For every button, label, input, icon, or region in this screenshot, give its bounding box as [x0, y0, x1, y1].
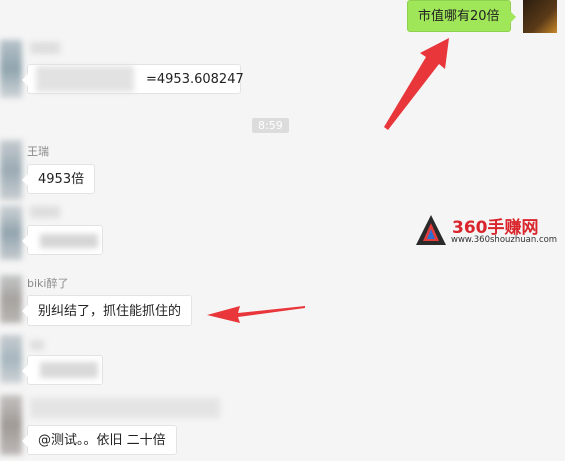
message-bubble-own: 市值哪有20倍 [407, 0, 516, 32]
avatar-blurred[interactable] [0, 205, 22, 260]
avatar-blurred[interactable] [0, 395, 22, 455]
avatar-blurred[interactable] [0, 40, 22, 98]
blurred-text [40, 362, 98, 378]
arrow-up-right [384, 38, 449, 130]
message-bubble: @测试。。依旧 二十倍 [22, 425, 177, 455]
avatar-blurred[interactable] [0, 335, 22, 383]
sender-name: 王瑞 [27, 145, 49, 158]
blurred-text [36, 66, 134, 92]
blurred-name [30, 42, 60, 54]
blurred-name [30, 206, 60, 218]
sender-name: biki醉了 [27, 277, 69, 290]
timestamp: 8:59 [252, 118, 289, 133]
watermark: 360手赚网 www.360shouzhuan.com [414, 213, 564, 253]
avatar-blurred[interactable] [0, 275, 22, 323]
arrow-left [207, 306, 305, 323]
logo-icon [416, 215, 446, 245]
message-bubble: 别纠结了，抓住能抓住的 [21, 295, 193, 326]
avatar-blurred[interactable] [0, 140, 22, 200]
avatar-self[interactable] [523, 0, 557, 33]
blurred-text [40, 234, 98, 248]
blurred-name [30, 398, 220, 418]
watermark-url: www.360shouzhuan.com [451, 235, 558, 245]
blurred-name [30, 340, 44, 350]
message-bubble: 4953倍 [21, 164, 96, 194]
